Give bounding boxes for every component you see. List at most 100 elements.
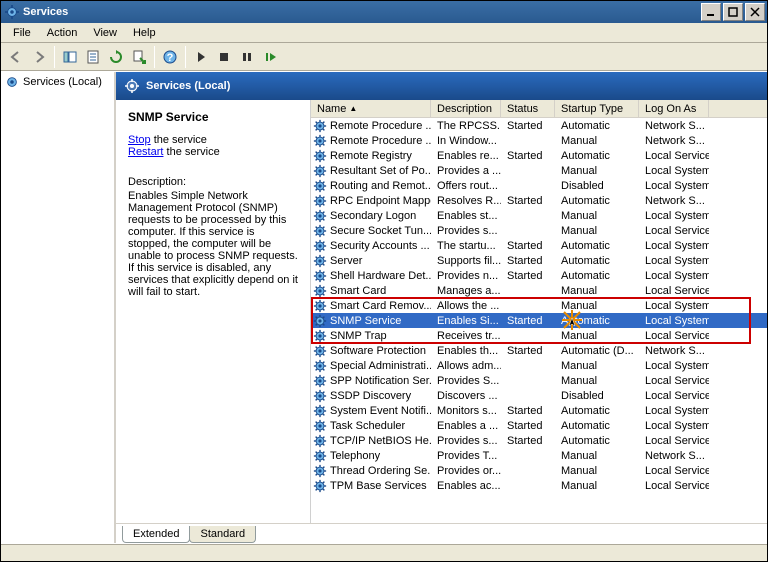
stop-service-button[interactable] [213,46,235,68]
back-button[interactable] [5,46,27,68]
col-description[interactable]: Description [431,100,501,117]
start-service-button[interactable] [190,46,212,68]
service-row[interactable]: Smart Card Remov...Allows the ...ManualL… [311,298,767,313]
services-list: Name ▲ Description Status Startup Type L… [311,100,767,523]
show-hide-tree-button[interactable] [59,46,81,68]
service-icon [313,134,327,148]
service-icon [313,449,327,463]
menubar: File Action View Help [1,23,767,43]
close-button[interactable] [745,3,765,21]
description-label: Description: [128,176,298,188]
tab-standard[interactable]: Standard [189,526,256,543]
service-icon [313,389,327,403]
service-icon [313,359,327,373]
service-row[interactable]: Smart CardManages a...ManualLocal Servic… [311,283,767,298]
service-icon [313,479,327,493]
service-icon [313,254,327,268]
menu-view[interactable]: View [85,25,125,41]
service-row[interactable]: Special Administrati...Allows adm...Manu… [311,358,767,373]
service-icon [313,269,327,283]
tab-extended[interactable]: Extended [122,526,190,543]
service-row[interactable]: SNMP ServiceEnables Si...StartedAutomati… [311,313,767,328]
service-icon [313,164,327,178]
service-row[interactable]: ServerSupports fil...StartedAutomaticLoc… [311,253,767,268]
service-icon [313,284,327,298]
list-header-bar: Services (Local) [116,72,767,100]
col-name[interactable]: Name ▲ [311,100,431,117]
description-text: Enables Simple Network Management Protoc… [128,190,298,298]
service-row[interactable]: Routing and Remot...Offers rout...Disabl… [311,178,767,193]
tree-pane: Services (Local) [1,72,116,543]
restart-service-button[interactable] [259,46,281,68]
export-list-button[interactable] [128,46,150,68]
service-row[interactable]: RPC Endpoint MapperResolves R...StartedA… [311,193,767,208]
service-icon [313,344,327,358]
window-title: Services [23,6,699,18]
svg-text:?: ? [167,52,174,64]
service-row[interactable]: Secure Socket Tun...Provides s...ManualL… [311,223,767,238]
menu-action[interactable]: Action [39,25,86,41]
service-icon [313,329,327,343]
menu-file[interactable]: File [5,25,39,41]
statusbar [1,543,767,561]
services-rows[interactable]: Remote Procedure ...The RPCSS...StartedA… [311,118,767,523]
service-icon [313,299,327,313]
service-row[interactable]: Remote Procedure ...In Window...ManualNe… [311,133,767,148]
service-row[interactable]: Shell Hardware Det...Provides n...Starte… [311,268,767,283]
service-icon [313,374,327,388]
col-startup-type[interactable]: Startup Type [555,100,639,117]
column-headers: Name ▲ Description Status Startup Type L… [311,100,767,118]
titlebar: Services [1,1,767,23]
service-row[interactable]: TCP/IP NetBIOS He...Provides s...Started… [311,433,767,448]
services-header-icon [124,78,140,94]
service-icon [313,149,327,163]
service-row[interactable]: Remote Procedure ...The RPCSS...StartedA… [311,118,767,133]
service-row[interactable]: Task SchedulerEnables a ...StartedAutoma… [311,418,767,433]
service-icon [313,239,327,253]
toolbar-separator [54,46,55,68]
service-row[interactable]: Secondary LogonEnables st...ManualLocal … [311,208,767,223]
restart-service-link[interactable]: Restart [128,146,163,158]
toolbar-separator [185,46,186,68]
bottom-tabs: Extended Standard [116,523,767,543]
services-app-icon [5,5,19,19]
col-logon-as[interactable]: Log On As [639,100,709,117]
refresh-button[interactable] [105,46,127,68]
service-icon [313,464,327,478]
service-row[interactable]: Resultant Set of Po...Provides a ...Manu… [311,163,767,178]
properties-button[interactable] [82,46,104,68]
service-row[interactable]: System Event Notifi...Monitors s...Start… [311,403,767,418]
service-row[interactable]: SPP Notification Ser...Provides S...Manu… [311,373,767,388]
service-row[interactable]: Security Accounts ...The startu...Starte… [311,238,767,253]
toolbar: ? [1,43,767,71]
menu-help[interactable]: Help [125,25,164,41]
service-row[interactable]: Software ProtectionEnables th...StartedA… [311,343,767,358]
tree-root-item[interactable]: Services (Local) [3,74,112,90]
service-icon [313,419,327,433]
stop-service-rest: the service [151,134,207,146]
tree-root-label: Services (Local) [23,76,102,88]
service-icon [313,209,327,223]
service-icon [313,434,327,448]
service-icon [313,179,327,193]
service-icon [313,194,327,208]
help-button[interactable]: ? [159,46,181,68]
details-pane: SNMP Service Stop the service Restart th… [116,100,311,523]
service-row[interactable]: Thread Ordering Se...Provides or...Manua… [311,463,767,478]
service-row[interactable]: SNMP TrapReceives tr...ManualLocal Servi… [311,328,767,343]
minimize-button[interactable] [701,3,721,21]
service-row[interactable]: Remote RegistryEnables re...StartedAutom… [311,148,767,163]
list-header-title: Services (Local) [146,80,230,92]
forward-button[interactable] [28,46,50,68]
service-icon [313,314,327,328]
stop-service-link[interactable]: Stop [128,134,151,146]
service-row[interactable]: TPM Base ServicesEnables ac...ManualLoca… [311,478,767,493]
col-status[interactable]: Status [501,100,555,117]
services-node-icon [5,75,19,89]
service-icon [313,224,327,238]
service-row[interactable]: TelephonyProvides T...ManualNetwork S... [311,448,767,463]
service-row[interactable]: SSDP DiscoveryDiscovers ...DisabledLocal… [311,388,767,403]
service-icon [313,404,327,418]
maximize-button[interactable] [723,3,743,21]
pause-service-button[interactable] [236,46,258,68]
